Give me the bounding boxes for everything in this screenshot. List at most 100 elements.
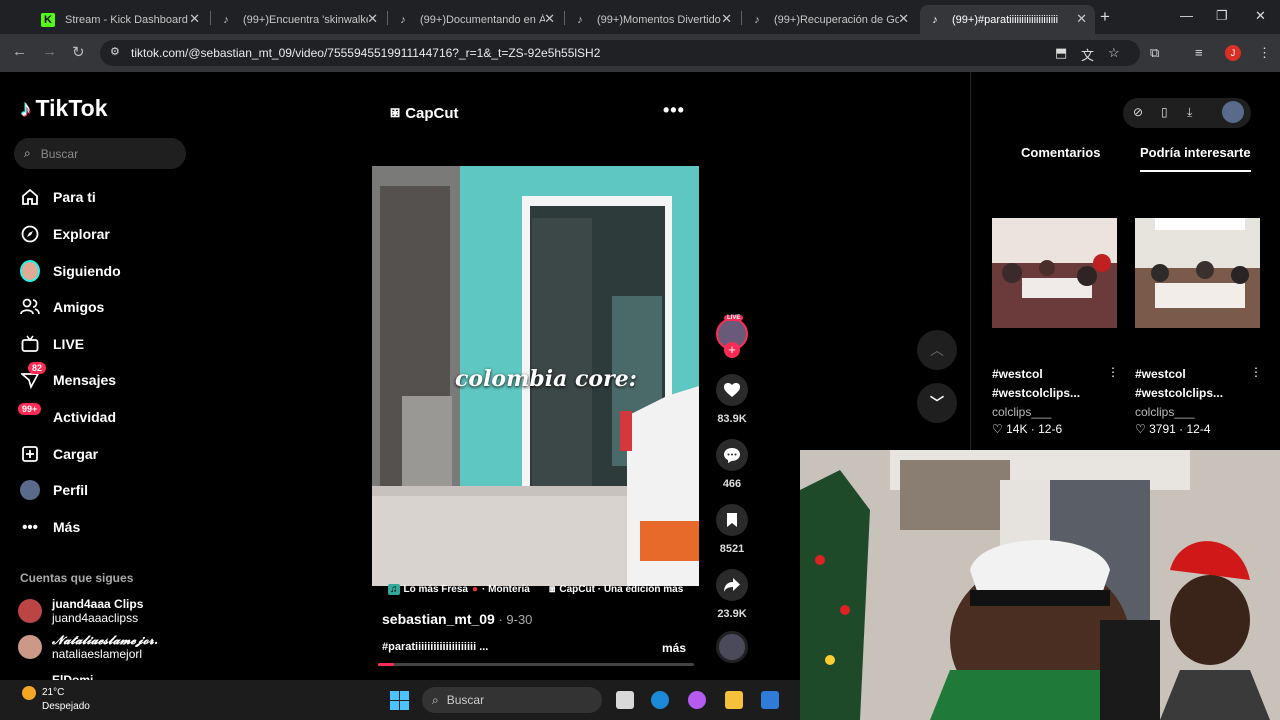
windows-start-icon[interactable] bbox=[390, 691, 409, 715]
messages-badge: 82 bbox=[28, 362, 47, 374]
nav-amigos[interactable]: Amigos bbox=[20, 293, 104, 321]
extensions-icon[interactable]: ⧉ bbox=[1150, 45, 1159, 61]
comment-icon bbox=[716, 439, 748, 471]
close-tab-icon[interactable]: ✕ bbox=[367, 11, 378, 27]
close-tab-icon[interactable]: ✕ bbox=[898, 11, 909, 27]
nav-mensajes[interactable]: 82 Mensajes bbox=[20, 362, 116, 394]
account-avatar[interactable] bbox=[1222, 101, 1244, 123]
store-icon[interactable] bbox=[761, 691, 779, 709]
video-author[interactable]: sebastian_mt_09 · 9-30 bbox=[382, 611, 532, 627]
music-icon: ♫ bbox=[388, 584, 400, 595]
tab-tiktok-2[interactable]: ♪ (99+)Documentando en Á ✕ bbox=[388, 5, 563, 34]
nav-siguiendo[interactable]: Siguiendo bbox=[20, 257, 121, 285]
menu-icon[interactable]: ⋮ bbox=[1258, 45, 1271, 61]
nav-actividad[interactable]: 99+ Actividad bbox=[18, 403, 116, 431]
forward-icon[interactable]: → bbox=[42, 43, 57, 60]
tiktok-icon: ♪ bbox=[754, 13, 760, 26]
tiktok-note-icon: ♪ bbox=[20, 95, 32, 121]
tiktok-icon: ♪ bbox=[932, 13, 938, 26]
share-icon bbox=[716, 569, 748, 601]
video-thumbnail bbox=[1135, 218, 1260, 328]
tab-comentarios[interactable]: Comentarios bbox=[1021, 145, 1100, 160]
following-account[interactable]: 𝓝𝓪𝓽𝓪𝓵𝓲𝓪𝓮𝓼𝓵𝓪𝓶𝓮𝓳𝓸𝓻. nataliaeslamejorl bbox=[18, 633, 158, 661]
file-explorer-icon[interactable] bbox=[725, 691, 743, 709]
chevron-up-icon: ︿ bbox=[930, 342, 944, 358]
share-button[interactable]: 23.9K bbox=[716, 569, 748, 620]
previous-video-button[interactable]: ︿ bbox=[917, 330, 957, 370]
kick-icon: K bbox=[41, 12, 55, 27]
capcut-icon: ⧆ bbox=[390, 104, 401, 121]
nav-cargar[interactable]: Cargar bbox=[20, 440, 98, 468]
follow-plus-icon[interactable]: + bbox=[724, 342, 740, 358]
card-more-icon[interactable]: ⋮ bbox=[1107, 365, 1119, 379]
strawberry-icon: ● bbox=[471, 584, 479, 595]
nav-perfil[interactable]: Perfil bbox=[20, 476, 88, 504]
music-tag[interactable]: ♫ Lo más Fresa ● · Montería bbox=[388, 584, 530, 595]
bookmark-star-icon[interactable]: ☆ bbox=[1108, 45, 1120, 61]
suggested-video-card[interactable]: #westcol #westcolclips... ⋮ colclips___ … bbox=[1135, 218, 1262, 436]
tab-tiktok-4[interactable]: ♪ (99+)Recuperación de Gol ✕ bbox=[742, 5, 917, 34]
video-caption[interactable]: #paratiiiiiiiiiiiiiiiiiiii ... bbox=[382, 641, 532, 653]
translate-icon[interactable]: 文 bbox=[1081, 45, 1094, 64]
new-tab-icon[interactable]: + bbox=[1100, 7, 1110, 27]
weather-widget[interactable]: 21°C Despejado bbox=[42, 686, 90, 714]
weather-icon[interactable] bbox=[22, 686, 36, 700]
search-input[interactable]: ⌕ Buscar bbox=[14, 138, 186, 169]
following-account[interactable]: juand4aaa Clips juand4aaaclipss bbox=[18, 597, 143, 625]
heart-icon bbox=[716, 374, 748, 406]
compass-small-icon[interactable]: ⊘ bbox=[1133, 105, 1143, 119]
nav-para-ti[interactable]: Para ti bbox=[20, 183, 96, 211]
like-button[interactable]: 83.9K bbox=[716, 374, 748, 425]
tab-kick[interactable]: K Stream - Kick Dashboard ✕ bbox=[33, 5, 208, 34]
taskbar-search[interactable]: ⌕ Buscar bbox=[422, 687, 602, 713]
profile-avatar[interactable]: J bbox=[1225, 45, 1241, 61]
messages-icon: 82 bbox=[20, 362, 47, 390]
copilot-icon[interactable] bbox=[688, 691, 706, 709]
edge-icon[interactable] bbox=[651, 691, 669, 709]
next-video-button[interactable]: ﹀ bbox=[917, 383, 957, 423]
suggested-video-card[interactable]: #westcol #westcolclips... ⋮ colclips___ … bbox=[992, 218, 1119, 436]
minimize-icon[interactable]: — bbox=[1180, 8, 1193, 23]
back-icon[interactable]: ← bbox=[12, 43, 27, 60]
maximize-icon[interactable]: ❐ bbox=[1216, 8, 1228, 24]
caption-more-button[interactable]: más bbox=[662, 641, 686, 655]
task-view-icon[interactable] bbox=[616, 691, 634, 709]
tab-tiktok-1[interactable]: ♪ (99+)Encuentra 'skinwalker ✕ bbox=[211, 5, 386, 34]
video-more-options-icon[interactable]: ••• bbox=[663, 100, 685, 121]
close-tab-icon[interactable]: ✕ bbox=[189, 11, 200, 27]
install-icon[interactable]: ⬒ bbox=[1055, 45, 1067, 61]
site-info-icon[interactable]: ⚙ bbox=[110, 45, 120, 58]
creator-avatar[interactable]: LIVE + bbox=[716, 315, 748, 358]
capcut-brand[interactable]: ⧆ CapCut bbox=[390, 104, 459, 122]
nav-explorar[interactable]: Explorar bbox=[20, 220, 110, 248]
chevron-down-icon: ﹀ bbox=[930, 395, 944, 411]
card-more-icon[interactable]: ⋮ bbox=[1250, 365, 1262, 379]
upload-icon bbox=[20, 444, 40, 464]
card-title: #westcol #westcolclips... bbox=[992, 367, 1081, 400]
tab-tiktok-active[interactable]: ♪ (99+)#paratiiiiiiiiiiiiiiiiiiii ✕ bbox=[920, 5, 1095, 34]
close-tab-icon[interactable]: ✕ bbox=[544, 11, 555, 27]
close-window-icon[interactable]: ✕ bbox=[1255, 8, 1266, 24]
share-count: 23.9K bbox=[717, 608, 747, 620]
video-progress-bar[interactable] bbox=[378, 663, 694, 666]
save-button[interactable]: 8521 bbox=[716, 504, 748, 555]
tiktok-logo[interactable]: ♪ TikTok bbox=[20, 95, 108, 122]
close-tab-icon[interactable]: ✕ bbox=[1076, 11, 1087, 27]
live-icon bbox=[20, 334, 40, 354]
activity-badge: 99+ bbox=[18, 403, 42, 415]
comment-button[interactable]: 466 bbox=[716, 439, 748, 490]
card-stats: ♡ 14K · 12-6 bbox=[992, 422, 1063, 436]
music-disc[interactable] bbox=[716, 631, 748, 663]
reload-icon[interactable]: ↻ bbox=[72, 43, 85, 61]
phone-icon[interactable]: ▯ bbox=[1161, 105, 1168, 119]
avatar-icon bbox=[20, 260, 40, 282]
close-tab-icon[interactable]: ✕ bbox=[721, 11, 732, 27]
url-text[interactable]: tiktok.com/@sebastian_mt_09/video/755594… bbox=[131, 46, 600, 60]
nav-live[interactable]: LIVE bbox=[20, 330, 84, 358]
media-icon[interactable]: ≡ bbox=[1195, 45, 1203, 60]
tab-tiktok-3[interactable]: ♪ (99+)Momentos Divertido ✕ bbox=[565, 5, 740, 34]
capcut-tag[interactable]: ⧆ CapCut · Una edición más bbox=[549, 584, 683, 595]
download-icon[interactable]: ⤓ bbox=[1187, 105, 1192, 120]
nav-mas[interactable]: ••• Más bbox=[20, 513, 80, 541]
tab-podria-interesarte[interactable]: Podría interesarte bbox=[1140, 145, 1251, 172]
